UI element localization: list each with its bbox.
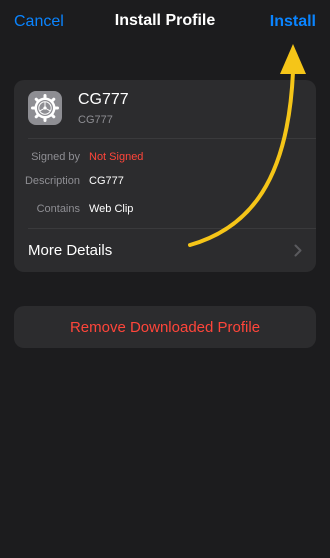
more-details-row[interactable]: More Details [14,229,316,272]
description-row: Description CG777 [14,175,316,191]
remove-downloaded-profile-button[interactable]: Remove Downloaded Profile [14,306,316,348]
profile-name: CG777 [78,91,129,108]
chevron-right-icon [294,244,302,257]
description-value: CG777 [89,175,124,187]
more-details-label: More Details [28,242,113,259]
profile-subtitle: CG777 [78,114,113,126]
signed-by-row: Signed by Not Signed [14,151,316,167]
signed-by-label: Signed by [31,151,80,163]
signed-by-value: Not Signed [89,151,144,163]
divider [28,138,316,139]
gear-icon [28,91,62,125]
install-profile-screen: Cancel Install Profile Install CG777 CG7… [0,0,330,558]
install-button[interactable]: Install [270,13,316,31]
navigation-bar: Cancel Install Profile Install [0,0,330,44]
description-label: Description [24,175,80,187]
contains-row: Contains Web Clip [14,203,316,219]
contains-value: Web Clip [89,203,134,215]
remove-profile-label: Remove Downloaded Profile [69,319,261,336]
profile-card: CG777 CG777 Signed by Not Signed Descrip… [14,80,316,272]
contains-label: Contains [36,203,80,215]
